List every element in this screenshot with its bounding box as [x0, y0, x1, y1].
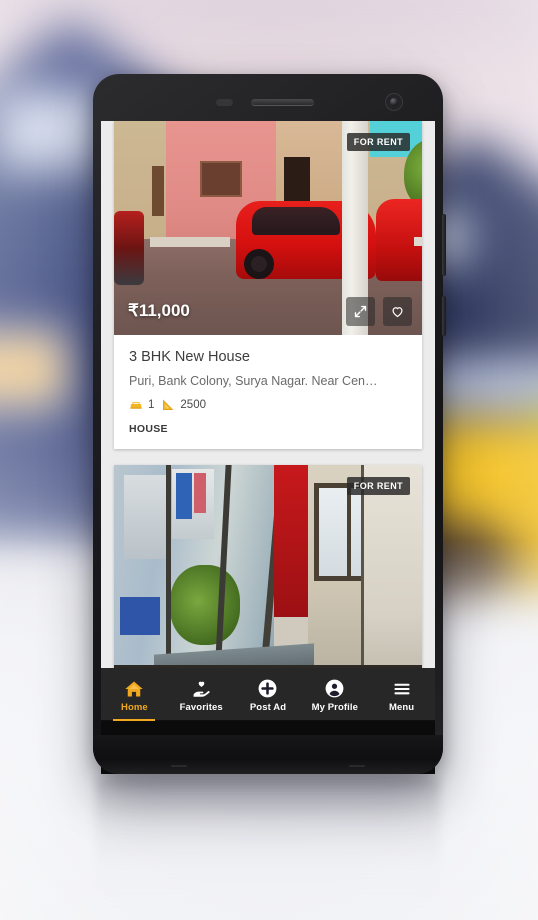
area-icon [163, 399, 174, 411]
photo-action-group [346, 296, 412, 326]
favorite-button[interactable] [383, 296, 412, 326]
phone-power-button[interactable] [442, 296, 446, 336]
status-badge: FOR RENT [346, 477, 410, 496]
person-circle-icon [324, 678, 345, 699]
phone-bottom-bezel [93, 735, 443, 774]
spec-bedrooms-value: 1 [148, 399, 155, 412]
listing-address: Puri, Bank Colony, Surya Nagar. Near Cen… [129, 373, 378, 388]
listing-details: 3 BHK New House Puri, Bank Colony, Surya… [114, 335, 422, 449]
listing-photo[interactable]: FOR RENT ₹11,000 [114, 121, 422, 335]
nav-item-home[interactable]: Home [101, 668, 168, 721]
heart-icon [392, 306, 403, 317]
spec-bedrooms: 1 [129, 398, 154, 412]
status-badge: FOR RENT [346, 133, 410, 151]
listing-specs: 1 2500 [129, 398, 407, 412]
spec-area-value: 2500 [180, 399, 206, 412]
phone-screen: FOR RENT ₹11,000 3 BHK New House Puri, B… [101, 121, 435, 735]
phone-reflection [96, 778, 440, 908]
phone-top-bezel [93, 74, 443, 121]
listing-title: 3 BHK New House [129, 349, 250, 365]
nav-label-favorites: Favorites [179, 702, 223, 713]
earpiece-speaker [251, 99, 314, 106]
nav-label-menu: Menu [388, 702, 415, 713]
photo-interior [114, 465, 422, 680]
proximity-sensor-icon [216, 99, 233, 106]
listing-photo[interactable]: FOR RENT [114, 465, 422, 680]
phone-volume-button[interactable] [442, 214, 446, 276]
listing-card[interactable]: FOR RENT [114, 465, 422, 680]
nav-label-home: Home [121, 702, 148, 713]
nav-item-menu[interactable]: Menu [368, 668, 435, 720]
nav-label-post-ad: Post Ad [249, 702, 287, 713]
front-camera-icon [385, 93, 403, 111]
nav-item-my-profile[interactable]: My Profile [301, 668, 368, 720]
phone-device: FOR RENT ₹11,000 3 BHK New House Puri, B… [93, 74, 446, 774]
listing-card[interactable]: FOR RENT ₹11,000 3 BHK New House Puri, B… [114, 121, 422, 450]
nav-item-post-ad[interactable]: Post Ad [235, 668, 302, 720]
hand-heart-icon [190, 678, 213, 699]
nav-item-favorites[interactable]: Favorites [168, 668, 235, 720]
plus-circle-icon [257, 678, 278, 699]
bottom-navigation: Home Favorites Post Ad My Profile Menu [101, 668, 435, 721]
listing-price: ₹11,000 [128, 301, 190, 320]
photo-overlay-bar: ₹11,000 [114, 287, 422, 335]
nav-label-my-profile: My Profile [311, 702, 358, 713]
home-icon [123, 678, 145, 699]
hamburger-icon [391, 678, 413, 699]
listing-category: HOUSE [129, 423, 168, 436]
bed-icon [130, 402, 142, 409]
spec-area: 2500 [161, 398, 206, 412]
expand-icon [354, 305, 367, 317]
listings-scroll-area[interactable]: FOR RENT ₹11,000 3 BHK New House Puri, B… [101, 121, 435, 735]
expand-button[interactable] [346, 296, 375, 326]
